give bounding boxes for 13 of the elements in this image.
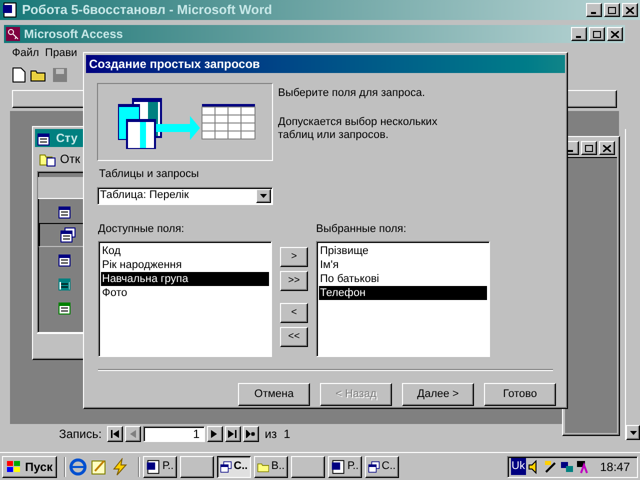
- tables-label: Таблицы и запросы: [98, 167, 200, 182]
- hint-text: Допускается выбор нескольких таблиц или запросов.: [278, 116, 438, 142]
- clock: 18:47: [600, 458, 630, 476]
- record-count: из 1: [264, 426, 290, 443]
- record-label: Запись:: [59, 426, 102, 443]
- window-title: Робота 5-6восстановл - Microsoft Word: [22, 1, 272, 20]
- instruction-text: Выберите поля для запроса.: [278, 86, 426, 101]
- selected-fields-label: Выбранные поля:: [316, 222, 408, 236]
- window-title: Microsoft Access: [24, 26, 123, 43]
- dialog-title: Создание простых запросов: [89, 56, 260, 73]
- available-fields-label: Доступные поля:: [98, 222, 186, 236]
- window-title: Сту: [56, 130, 78, 147]
- select-value: Таблица: Перелік: [100, 188, 189, 204]
